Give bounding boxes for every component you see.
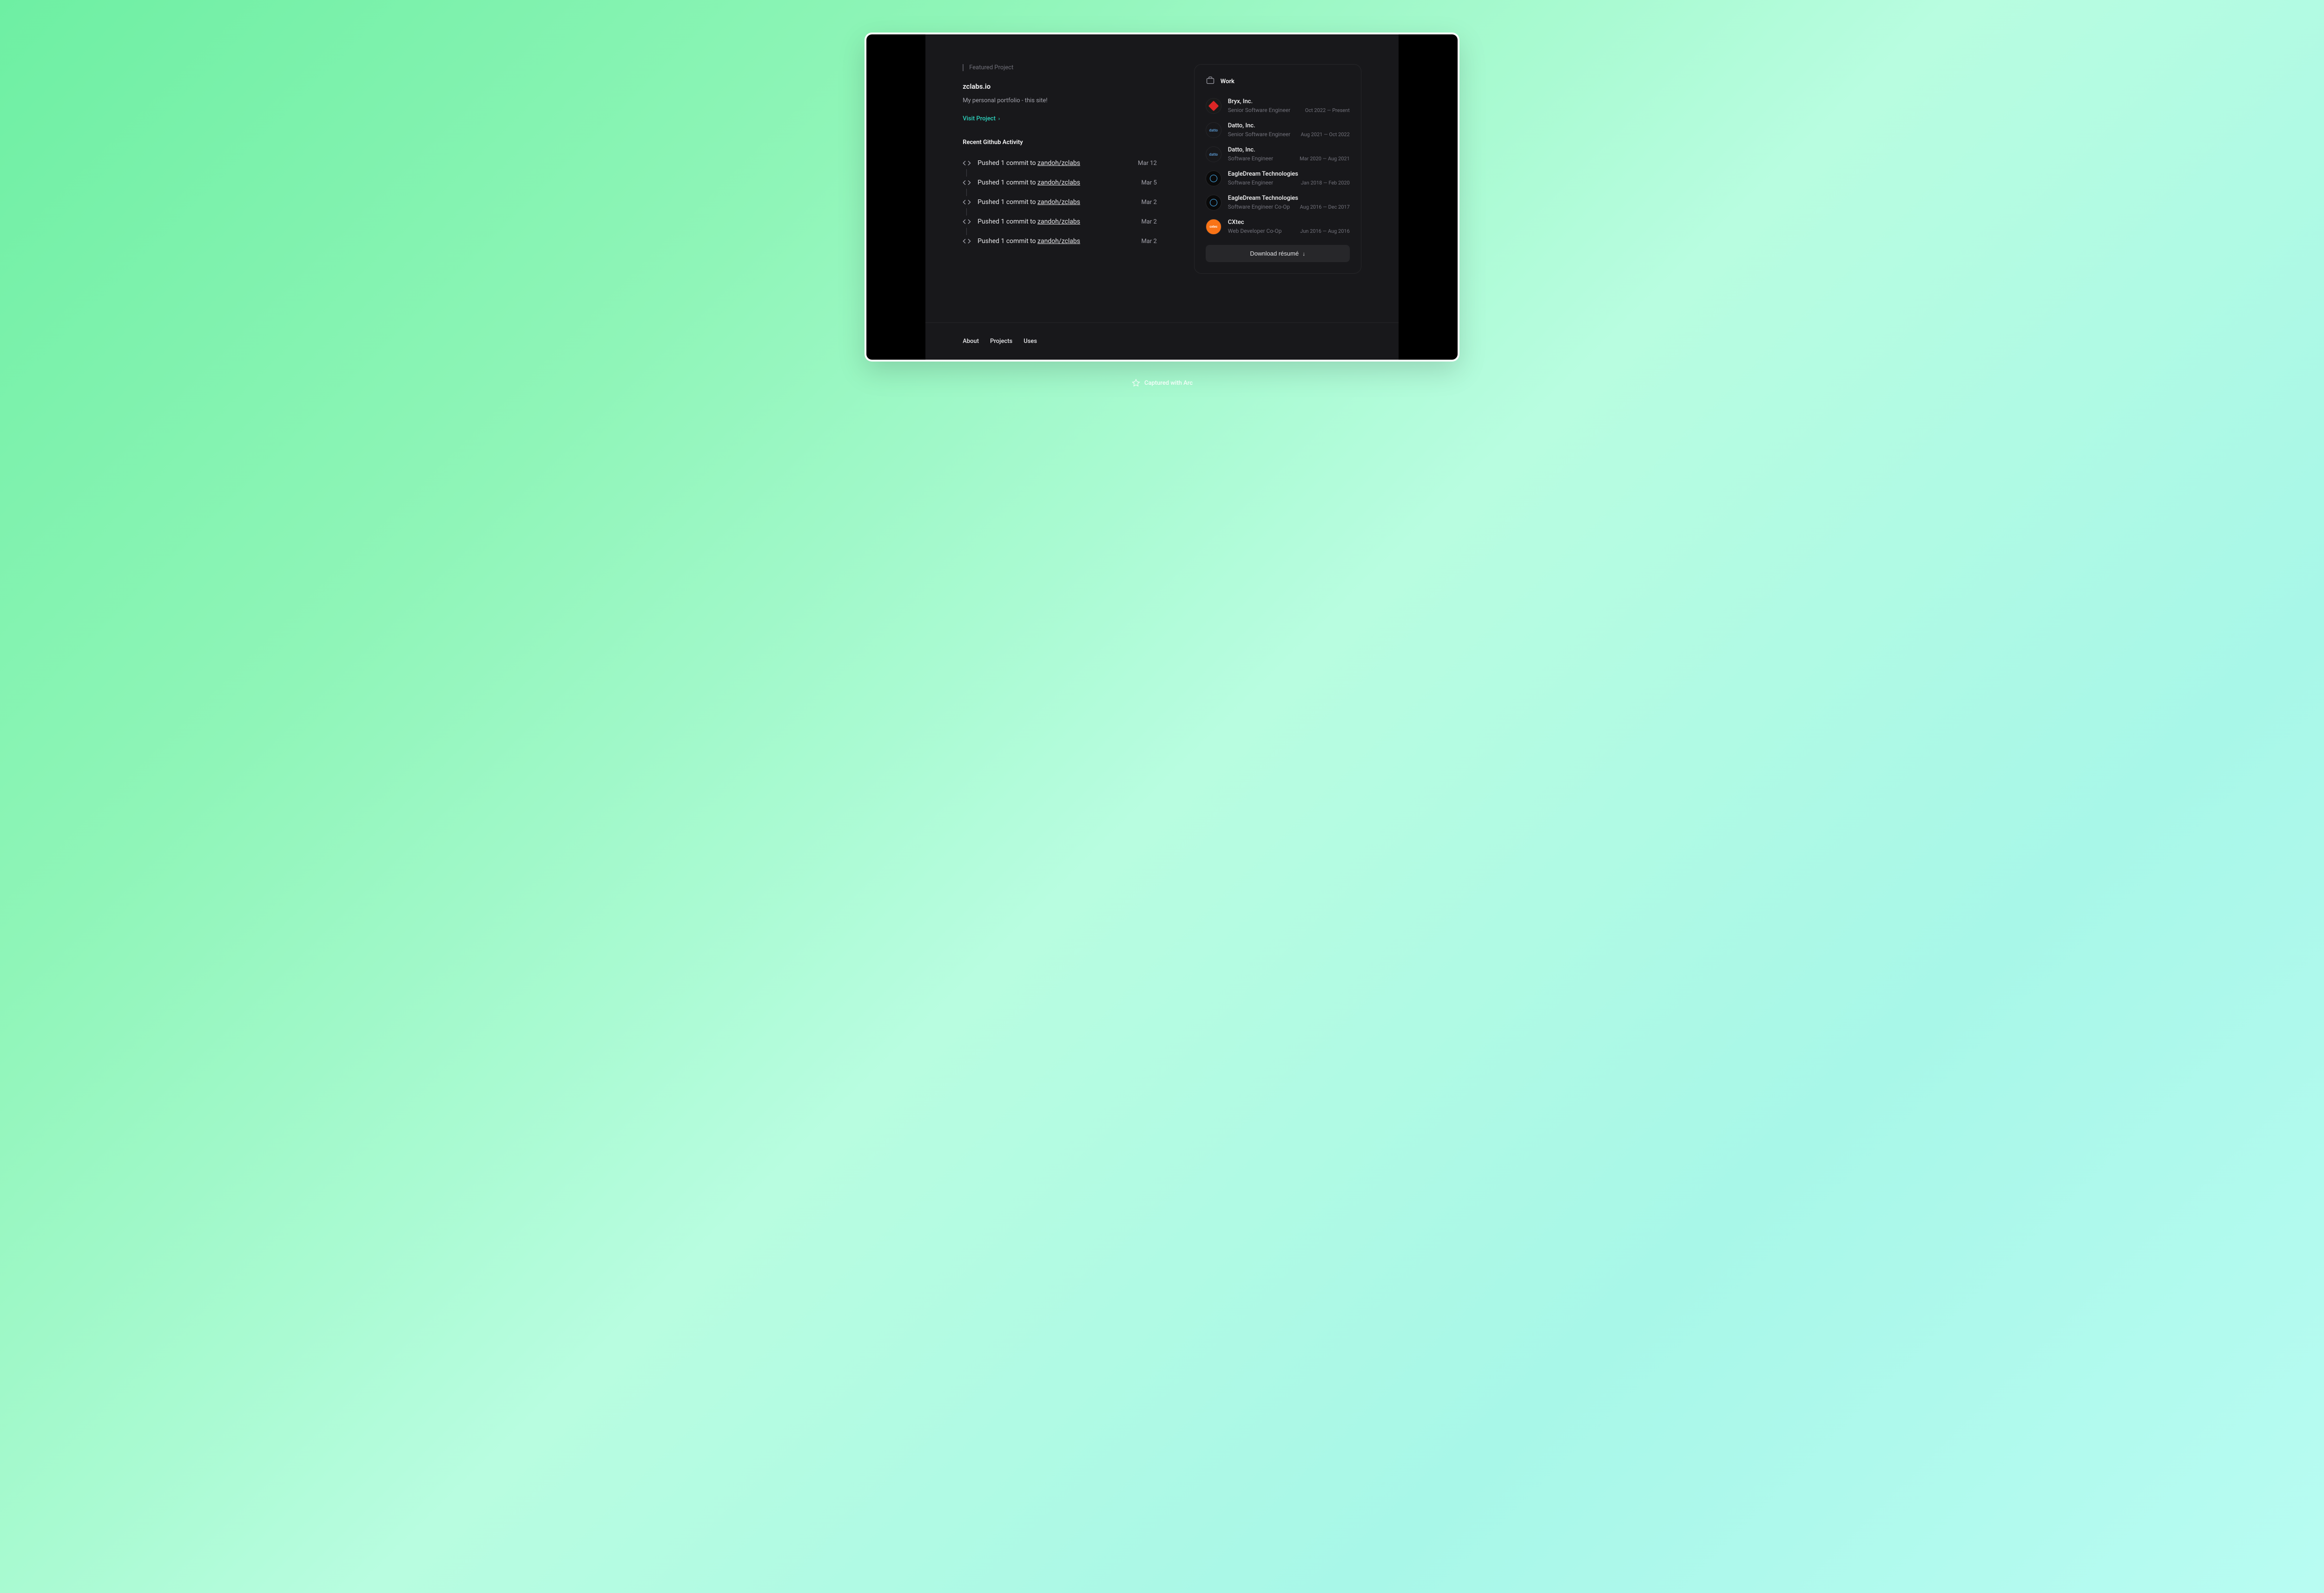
work-role: Senior Software Engineer bbox=[1228, 131, 1290, 138]
visit-project-text: Visit Project bbox=[963, 115, 996, 122]
work-role: Senior Software Engineer bbox=[1228, 107, 1290, 113]
visit-project-link[interactable]: Visit Project › bbox=[963, 115, 1000, 122]
company-logo bbox=[1206, 98, 1221, 114]
work-item: EagleDream Technologies Software Enginee… bbox=[1206, 195, 1350, 211]
work-company: EagleDream Technologies bbox=[1228, 171, 1350, 178]
work-company: Datto, Inc. bbox=[1228, 122, 1350, 129]
work-company: EagleDream Technologies bbox=[1228, 195, 1350, 202]
arc-logo-icon bbox=[1131, 378, 1141, 388]
activity-text: Pushed 1 commit to zandoh/zclabs bbox=[977, 237, 1135, 245]
work-role: Web Developer Co-Op bbox=[1228, 228, 1282, 234]
download-resume-button[interactable]: Download résumé ↓ bbox=[1206, 245, 1350, 262]
work-item: datto Datto, Inc. Software Engineer Mar … bbox=[1206, 146, 1350, 162]
work-role: Software Engineer Co-Op bbox=[1228, 204, 1290, 210]
code-icon bbox=[963, 237, 971, 245]
code-icon bbox=[963, 217, 971, 226]
footer-link-uses[interactable]: Uses bbox=[1023, 338, 1037, 345]
project-description: My personal portfolio - this site! bbox=[963, 97, 1157, 104]
company-logo: datto bbox=[1206, 122, 1221, 138]
work-card: Work Bryx, Inc. Senior Software Engineer… bbox=[1194, 64, 1361, 274]
right-column: Work Bryx, Inc. Senior Software Engineer… bbox=[1194, 64, 1361, 304]
briefcase-icon bbox=[1206, 76, 1215, 87]
work-item: datto Datto, Inc. Senior Software Engine… bbox=[1206, 122, 1350, 138]
code-icon bbox=[963, 159, 971, 167]
activity-item: Pushed 1 commit to zandoh/zclabs Mar 2 bbox=[963, 217, 1157, 226]
chevron-right-icon: › bbox=[998, 116, 1000, 122]
activity-item: Pushed 1 commit to zandoh/zclabs Mar 12 bbox=[963, 159, 1157, 167]
activity-text: Pushed 1 commit to zandoh/zclabs bbox=[977, 218, 1135, 225]
work-role: Software Engineer bbox=[1228, 155, 1273, 162]
browser-viewport: Featured Project zclabs.io My personal p… bbox=[866, 34, 1458, 360]
footer: About Projects Uses bbox=[925, 323, 1399, 360]
work-company: Bryx, Inc. bbox=[1228, 98, 1350, 105]
activity-item: Pushed 1 commit to zandoh/zclabs Mar 5 bbox=[963, 178, 1157, 187]
repo-link[interactable]: zandoh/zclabs bbox=[1037, 159, 1080, 167]
repo-link[interactable]: zandoh/zclabs bbox=[1037, 237, 1080, 245]
footer-link-about[interactable]: About bbox=[963, 338, 979, 345]
footer-link-projects[interactable]: Projects bbox=[990, 338, 1012, 345]
browser-window-frame: Featured Project zclabs.io My personal p… bbox=[865, 33, 1459, 362]
repo-link[interactable]: zandoh/zclabs bbox=[1037, 198, 1080, 206]
activity-date: Mar 12 bbox=[1138, 160, 1157, 167]
page-content: Featured Project zclabs.io My personal p… bbox=[925, 34, 1399, 360]
work-dates: Jan 2018 — Feb 2020 bbox=[1301, 180, 1350, 186]
timeline-connector bbox=[966, 208, 967, 216]
work-list: Bryx, Inc. Senior Software Engineer Oct … bbox=[1206, 98, 1350, 235]
work-dates: Mar 2020 — Aug 2021 bbox=[1300, 156, 1350, 162]
arc-badge-text: Captured with Arc bbox=[1144, 380, 1193, 387]
work-role: Software Engineer bbox=[1228, 179, 1273, 186]
code-icon bbox=[963, 198, 971, 206]
arc-badge: Captured with Arc bbox=[1131, 378, 1193, 388]
project-title: zclabs.io bbox=[963, 82, 1157, 91]
activity-heading: Recent Github Activity bbox=[963, 139, 1157, 146]
activity-item: Pushed 1 commit to zandoh/zclabs Mar 2 bbox=[963, 198, 1157, 206]
code-icon bbox=[963, 178, 971, 187]
company-logo bbox=[1206, 195, 1221, 211]
repo-link[interactable]: zandoh/zclabs bbox=[1037, 218, 1080, 225]
arrow-down-icon: ↓ bbox=[1302, 250, 1305, 257]
work-dates: Oct 2022 — Present bbox=[1305, 107, 1350, 113]
timeline-connector bbox=[966, 228, 967, 235]
work-company: CXtec bbox=[1228, 219, 1350, 226]
featured-label: Featured Project bbox=[963, 64, 1157, 71]
work-item: Bryx, Inc. Senior Software Engineer Oct … bbox=[1206, 98, 1350, 114]
activity-text: Pushed 1 commit to zandoh/zclabs bbox=[977, 198, 1135, 206]
company-logo: cxtec bbox=[1206, 219, 1221, 235]
company-logo bbox=[1206, 171, 1221, 186]
activity-date: Mar 2 bbox=[1141, 218, 1156, 225]
work-company: Datto, Inc. bbox=[1228, 146, 1350, 153]
repo-link[interactable]: zandoh/zclabs bbox=[1037, 179, 1080, 186]
company-logo: datto bbox=[1206, 146, 1221, 162]
download-resume-label: Download résumé bbox=[1250, 250, 1299, 257]
activity-text: Pushed 1 commit to zandoh/zclabs bbox=[977, 159, 1131, 167]
work-heading: Work bbox=[1221, 78, 1235, 85]
activity-text: Pushed 1 commit to zandoh/zclabs bbox=[977, 179, 1135, 186]
activity-date: Mar 2 bbox=[1141, 199, 1156, 206]
work-item: EagleDream Technologies Software Enginee… bbox=[1206, 171, 1350, 186]
work-dates: Jun 2016 — Aug 2016 bbox=[1300, 228, 1350, 234]
activity-date: Mar 2 bbox=[1141, 238, 1156, 245]
activity-date: Mar 5 bbox=[1141, 179, 1156, 186]
work-dates: Aug 2016 — Dec 2017 bbox=[1300, 204, 1350, 210]
activity-item: Pushed 1 commit to zandoh/zclabs Mar 2 bbox=[963, 237, 1157, 245]
work-dates: Aug 2021 — Oct 2022 bbox=[1301, 132, 1350, 138]
work-item: cxtec CXtec Web Developer Co-Op Jun 2016… bbox=[1206, 219, 1350, 235]
activity-list: Pushed 1 commit to zandoh/zclabs Mar 12 … bbox=[963, 159, 1157, 245]
timeline-connector bbox=[966, 169, 967, 177]
left-column: Featured Project zclabs.io My personal p… bbox=[963, 64, 1157, 304]
timeline-connector bbox=[966, 189, 967, 196]
